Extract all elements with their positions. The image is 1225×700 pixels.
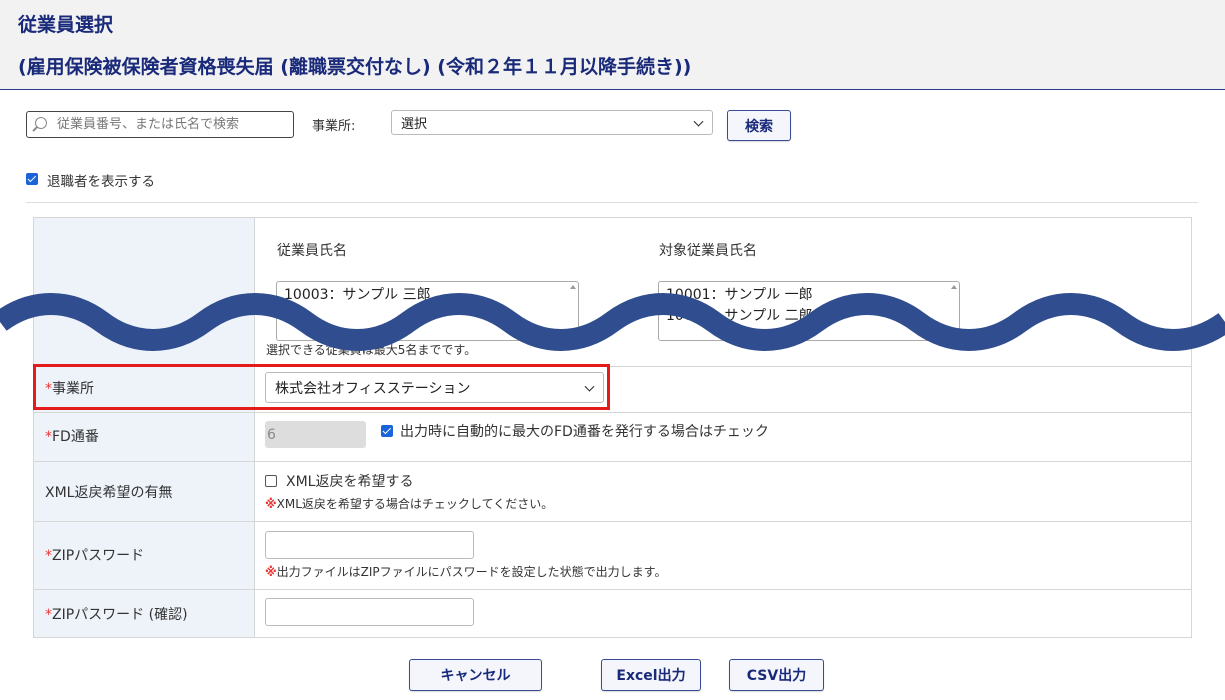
zip-password-confirm-input[interactable] (265, 598, 474, 626)
search-box[interactable] (26, 111, 294, 138)
row-divider (34, 521, 1191, 522)
row-divider (34, 412, 1191, 413)
search-icon (35, 117, 47, 129)
scroll-up-icon[interactable] (570, 285, 576, 289)
employee-list-header: 従業員氏名 (277, 243, 347, 259)
zip-password-label: *ZIPパスワード (45, 548, 145, 564)
chevron-down-icon (693, 116, 704, 127)
fd-auto-label: 出力時に自動的に最大のFD通番を発行する場合はチェック (400, 424, 769, 440)
page-header: 従業員選択 (雇用保険被保険者資格喪失届 (離職票交付なし) (令和２年１１月以… (0, 0, 1225, 90)
xml-return-label: XML返戻希望の有無 (45, 485, 173, 501)
zip-password-confirm-label: *ZIPパスワード (確認) (45, 607, 188, 623)
page-title: 従業員選択 (18, 14, 114, 36)
row-divider (34, 461, 1191, 462)
fd-number-label: *FD通番 (45, 429, 99, 445)
csv-export-button[interactable]: CSV出力 (729, 659, 824, 691)
office-filter-value: 選択 (401, 117, 428, 132)
office-filter-select[interactable]: 選択 (391, 110, 713, 135)
zip-password-note: ※出力ファイルはZIPファイルにパスワードを設定した状態で出力します。 (265, 565, 667, 579)
cancel-button[interactable]: キャンセル (409, 659, 542, 691)
row-divider (34, 589, 1191, 590)
page-subtitle: (雇用保険被保険者資格喪失届 (離職票交付なし) (令和２年１１月以降手続き)) (18, 56, 692, 78)
xml-return-checkbox-label: XML返戻を希望する (286, 474, 414, 490)
show-retired-checkbox[interactable] (26, 173, 38, 185)
office-filter-label: 事業所: (312, 119, 356, 134)
excel-export-button[interactable]: Excel出力 (601, 659, 701, 691)
xml-return-checkbox[interactable] (265, 475, 277, 487)
zip-password-input[interactable] (265, 531, 474, 559)
show-retired-label: 退職者を表示する (47, 174, 155, 190)
highlight-box (33, 364, 610, 410)
target-employee-list-header: 対象従業員氏名 (659, 243, 757, 259)
wave-separator-icon (0, 293, 1225, 351)
xml-return-note: ※XML返戻を希望する場合はチェックしてください。 (265, 497, 554, 511)
search-button[interactable]: 検索 (727, 110, 791, 141)
scroll-up-icon[interactable] (951, 285, 957, 289)
search-input[interactable] (57, 114, 287, 135)
divider (26, 202, 1198, 203)
fd-number-input: 6 (265, 421, 366, 448)
fd-auto-checkbox[interactable] (381, 425, 393, 437)
